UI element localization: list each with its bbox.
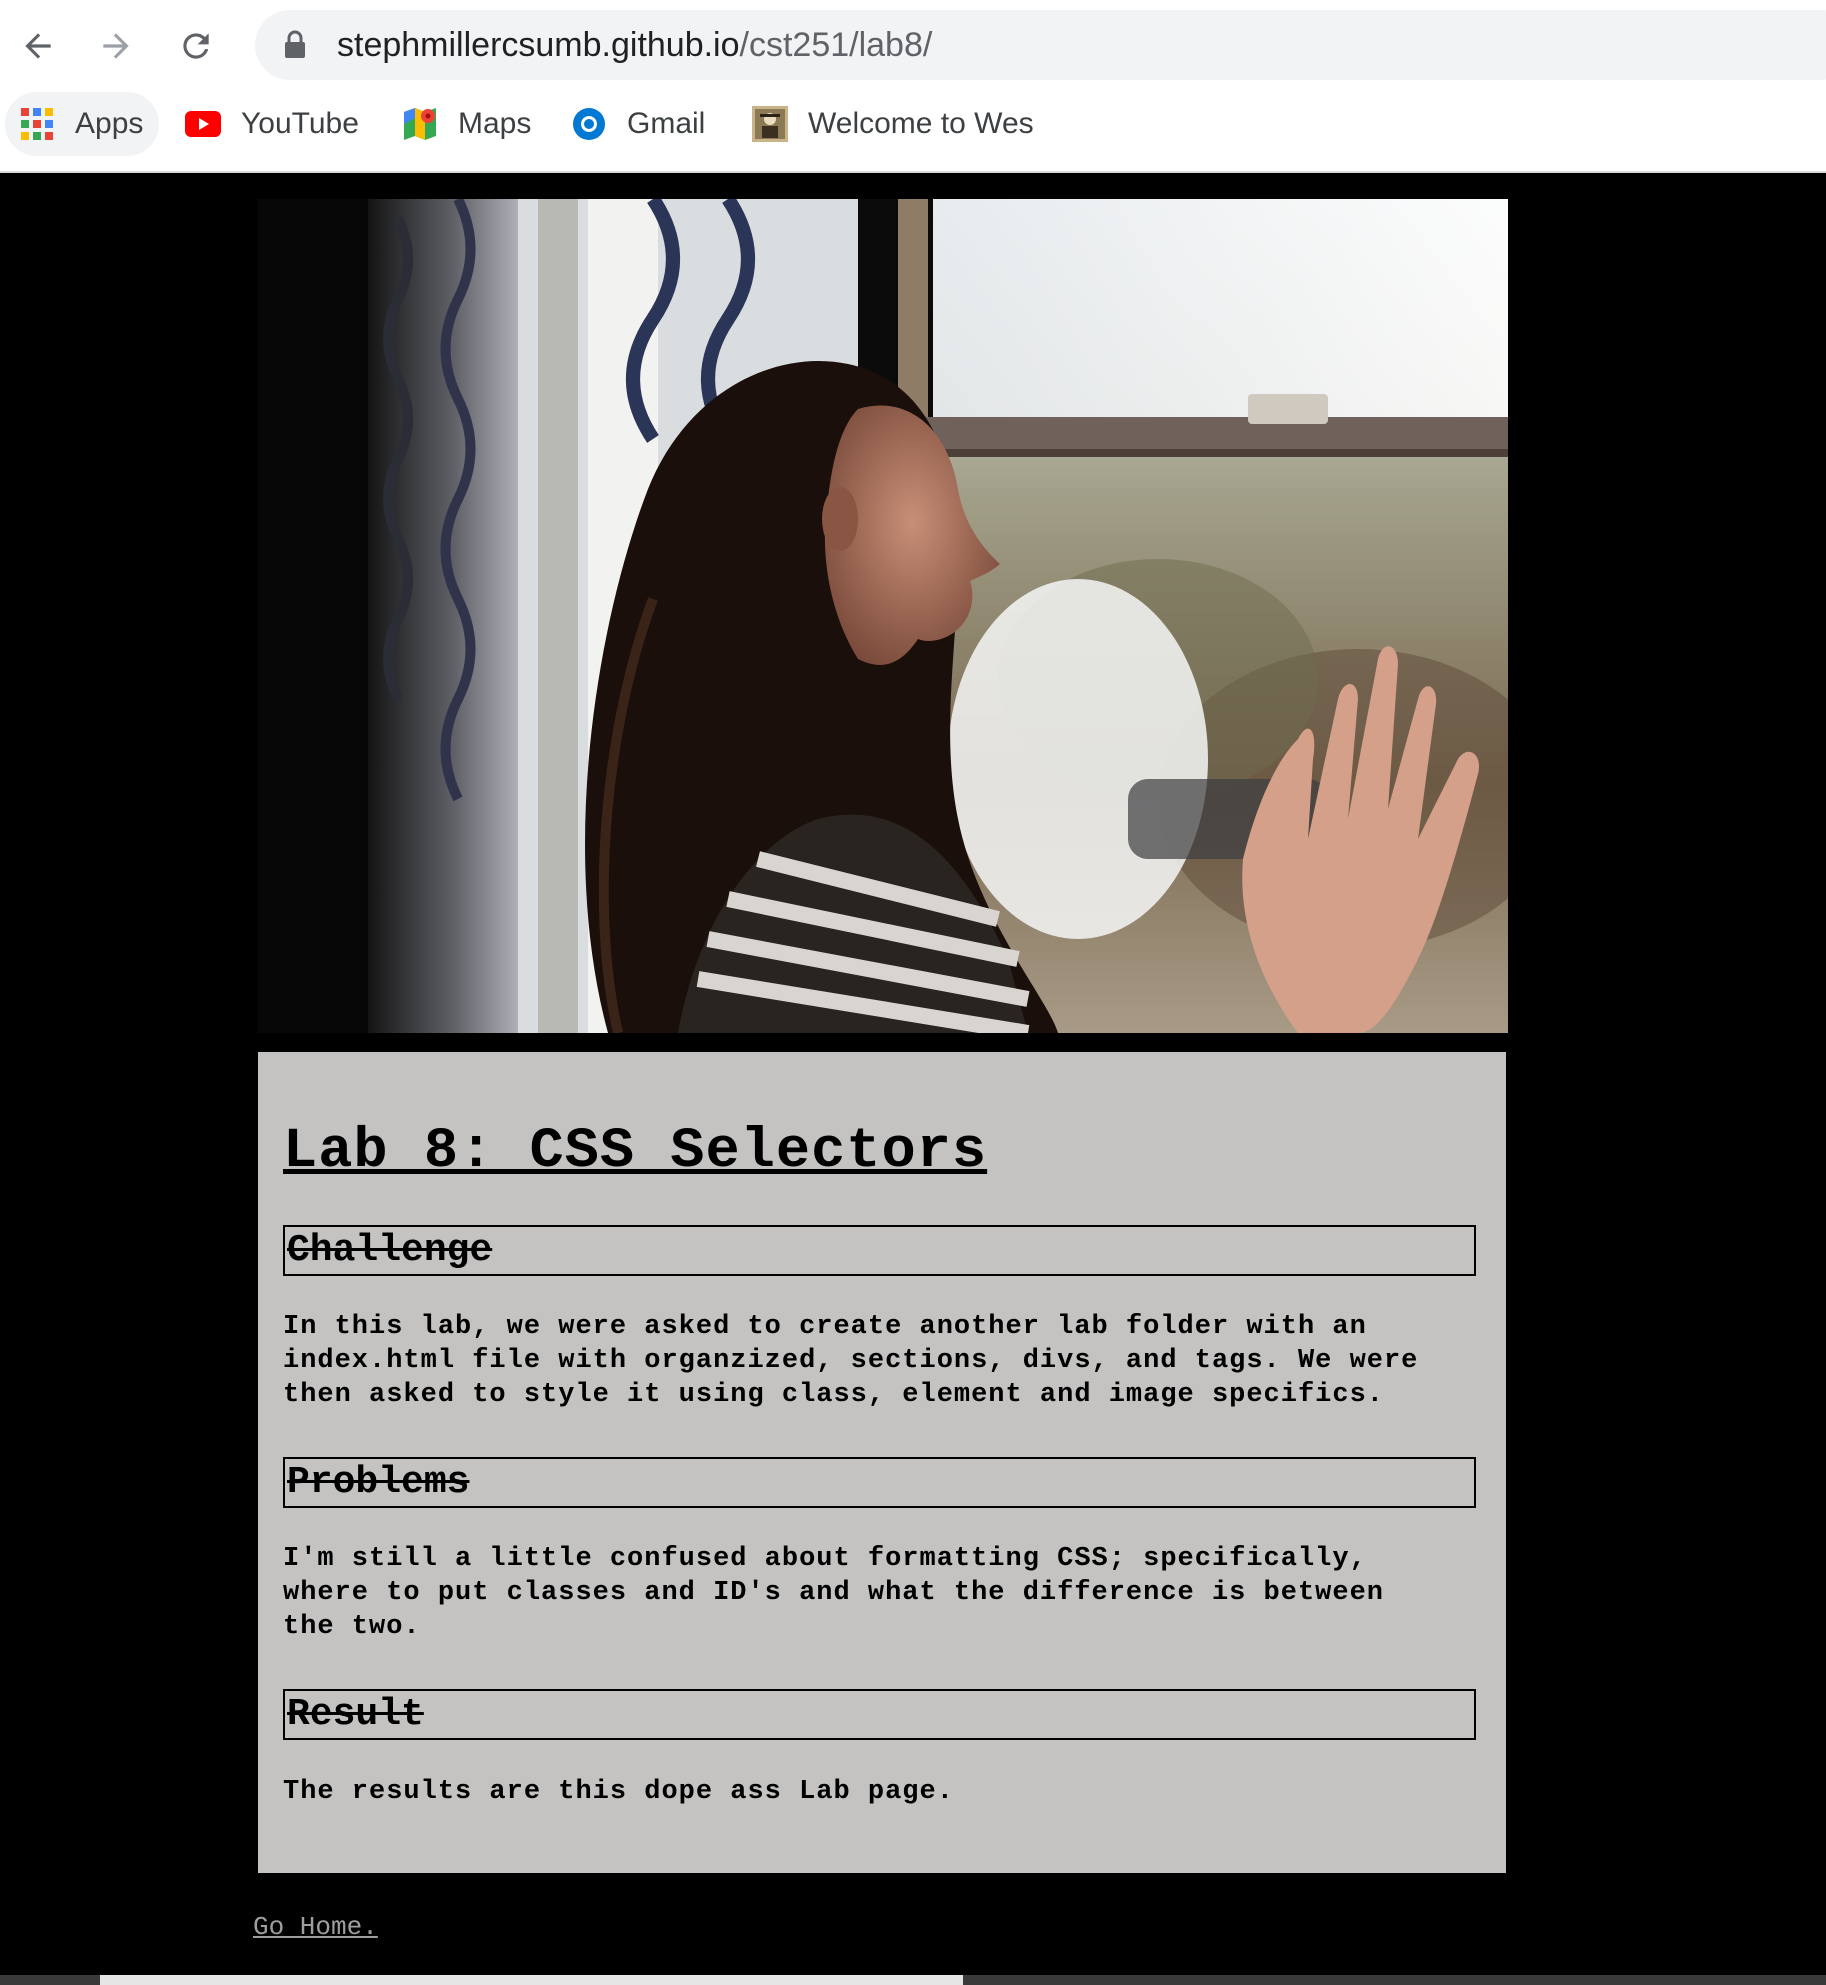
content-panel: Lab 8: CSS Selectors Challenge In this l… (258, 1052, 1506, 1873)
scrollbar-thumb[interactable] (100, 1975, 963, 1985)
url-host: stephmillercsumb.github.io (337, 26, 740, 64)
browser-chrome: stephmillercsumb.github.io/cst251/lab8/ … (0, 0, 1826, 172)
section-heading-challenge: Challenge (283, 1225, 1476, 1276)
bookmark-label: Maps (458, 107, 532, 140)
woman-at-window-photo (258, 199, 1508, 1033)
reload-icon (183, 33, 209, 59)
bookmark-label: YouTube (241, 107, 359, 140)
hero-image (258, 199, 1508, 1033)
bookmark-label: Gmail (627, 107, 706, 140)
back-button[interactable] (8, 16, 68, 76)
chrome-divider (0, 171, 1826, 173)
page-title: Lab 8: CSS Selectors (283, 1120, 988, 1184)
arrow-right-icon (103, 33, 129, 59)
section-heading-problems: Problems (283, 1457, 1476, 1508)
section-text-challenge: In this lab, we were asked to create ano… (283, 1312, 1419, 1410)
address-bar[interactable]: stephmillercsumb.github.io/cst251/lab8/ (255, 10, 1826, 80)
reload-button[interactable] (166, 16, 226, 76)
bookmark-label: Apps (75, 107, 144, 140)
section-text-problems: I'm still a little confused about format… (283, 1544, 1384, 1642)
bookmark-gmail[interactable]: Gmail (571, 92, 705, 156)
bookmark-maps[interactable]: Maps (402, 92, 531, 156)
bookmark-apps[interactable]: Apps (5, 92, 160, 156)
horizontal-scrollbar[interactable] (0, 1975, 1826, 1985)
bookmark-youtube[interactable]: YouTube (185, 92, 359, 156)
go-home-link[interactable]: Go Home. (253, 1912, 378, 1942)
apps-grid-icon (19, 106, 55, 142)
maps-icon (402, 106, 438, 142)
bookmark-welcome[interactable]: Welcome to Wes (752, 92, 1034, 156)
url-text: stephmillercsumb.github.io/cst251/lab8/ (337, 24, 932, 66)
lock-icon (285, 30, 305, 58)
youtube-icon (185, 106, 221, 142)
arrow-left-icon (25, 33, 51, 59)
gmail-icon (571, 106, 607, 142)
section-text-result: The results are this dope ass Lab page. (283, 1777, 954, 1807)
url-path: /cst251/lab8/ (739, 26, 933, 64)
site-favicon (752, 106, 788, 142)
bookmark-label: Welcome to Wes (808, 107, 1034, 140)
forward-button[interactable] (86, 16, 146, 76)
section-heading-result: Result (283, 1689, 1476, 1740)
